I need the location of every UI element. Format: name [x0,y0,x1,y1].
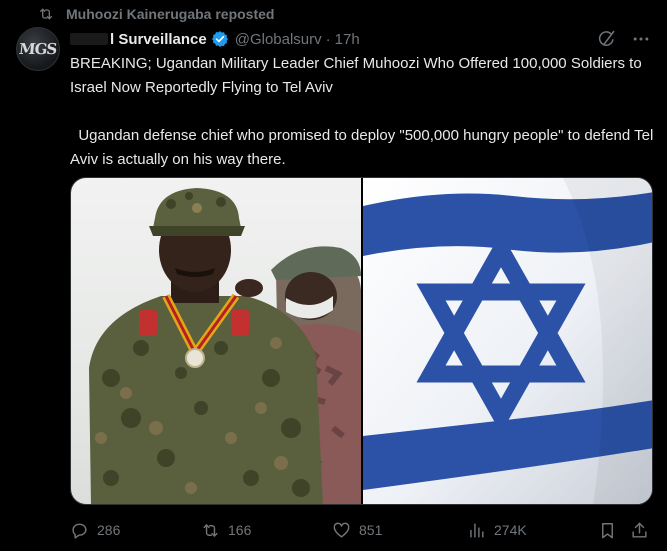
reply-button[interactable]: 286 [70,521,120,540]
like-button[interactable]: 851 [332,521,382,540]
author-handle[interactable]: @Globalsurv [235,31,322,48]
post-timestamp[interactable]: 17h [335,31,360,48]
repost-label: Muhoozi Kainerugaba reposted [66,6,275,22]
repost-count: 166 [228,522,252,538]
repost-icon [40,8,52,20]
reply-icon [72,523,87,539]
views-button[interactable]: 274K [467,521,527,540]
avatar-logo-text: MGS [18,40,58,58]
media-photo-officer[interactable] [71,178,361,504]
like-count: 851 [359,522,383,538]
grok-icon[interactable] [597,29,617,49]
bookmark-icon [602,522,613,538]
media-photo-flag[interactable] [363,178,652,504]
author-name[interactable]: l Surveillance [110,31,207,48]
header-actions [597,29,651,49]
verified-badge-icon[interactable] [211,30,229,48]
more-icon[interactable] [631,29,651,49]
repost-indicator[interactable]: Muhoozi Kainerugaba reposted [38,4,274,24]
share-icon [632,522,647,538]
israel-flag-illustration [363,178,652,504]
redacted-name-part [70,33,108,45]
views-count: 274K [494,522,527,538]
officer-illustration [89,188,361,504]
repost-icon [203,523,218,537]
separator-dot: · [325,30,331,48]
avatar[interactable]: MGS [16,27,60,71]
heart-icon [333,522,350,538]
share-button[interactable] [630,521,649,540]
views-chart-icon [470,522,484,538]
post-text: BREAKING; Ugandan Military Leader Chief … [70,55,654,168]
bookmark-button[interactable] [598,521,617,540]
reply-count: 286 [97,522,121,538]
post-header: l Surveillance @Globalsurv · 17h [70,28,651,50]
repost-button[interactable]: 166 [201,521,251,540]
post-media[interactable] [70,177,653,505]
post-actions: 286 166 851 274K [70,517,655,543]
